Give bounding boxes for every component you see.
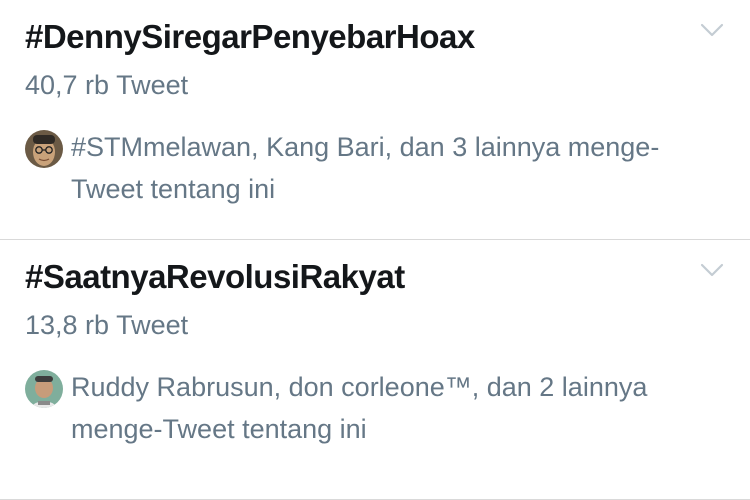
trend-context-text: Ruddy Rabrusun, don corleone™, dan 2 lai… [71,372,648,444]
trend-tweet-count: 13,8 rb Tweet [25,310,189,340]
trend-tweet-count: 40,7 rb Tweet [25,70,189,100]
chevron-down-icon[interactable] [700,22,724,38]
trend-hashtag[interactable]: #SaatnyaRevolusiRakyat [25,258,405,296]
chevron-down-icon[interactable] [700,262,724,278]
trends-feed: #DennySiregarPenyebarHoax 40,7 rb Tweet … [0,0,750,500]
trend-hashtag[interactable]: #DennySiregarPenyebarHoax [25,18,475,56]
avatar [25,130,63,168]
trend-item[interactable]: #SaatnyaRevolusiRakyat 13,8 rb Tweet Rud… [0,240,750,500]
avatar [25,370,63,408]
trend-context-text: #STMmelawan, Kang Bari, dan 3 lainnya me… [71,132,660,204]
trend-item[interactable]: #DennySiregarPenyebarHoax 40,7 rb Tweet … [0,0,750,240]
